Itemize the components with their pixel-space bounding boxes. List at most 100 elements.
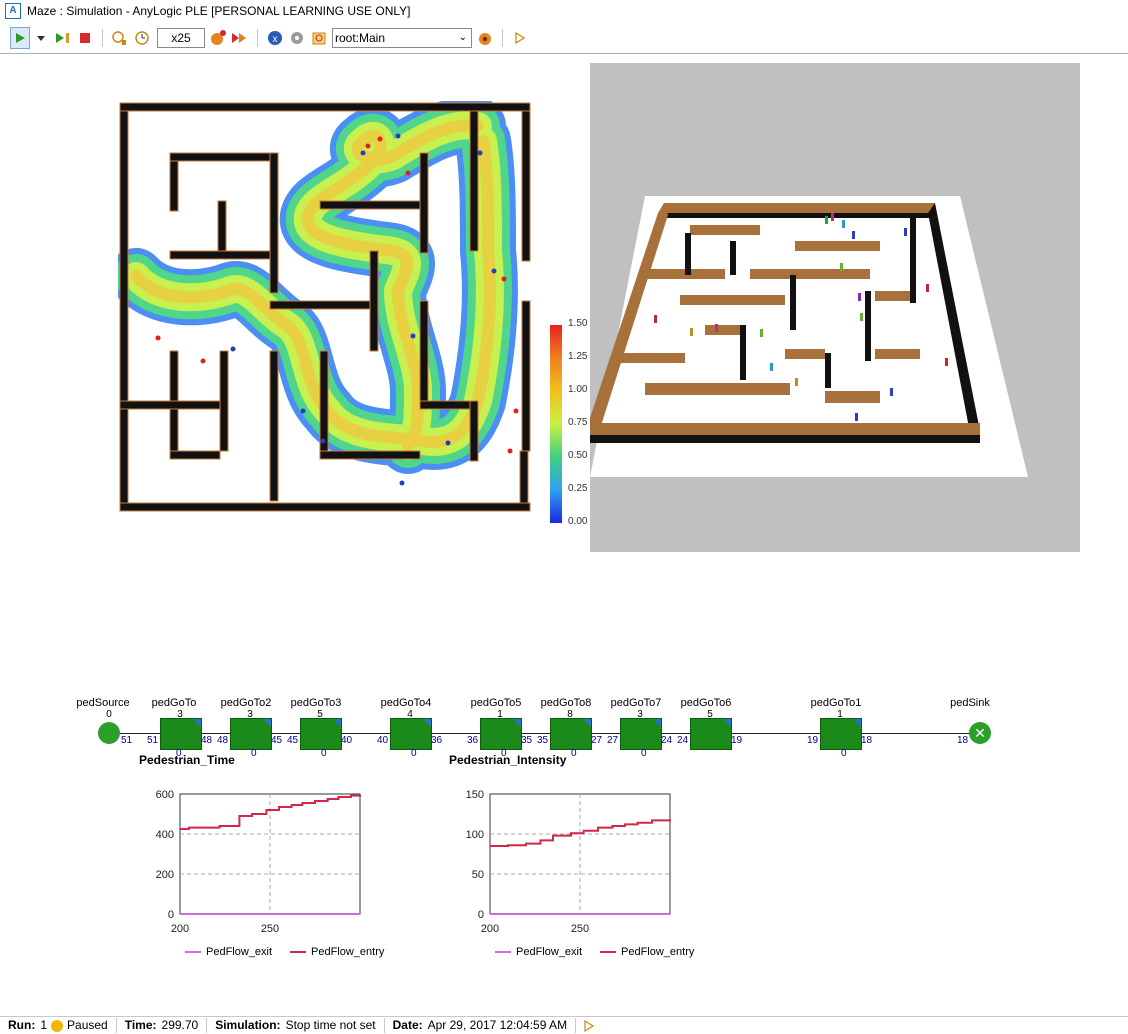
port-count: 36 (431, 735, 443, 746)
block-label: pedGoTo3 (290, 697, 342, 709)
port-count: 35 (521, 735, 533, 746)
status-bar: Run: 1 Paused Time: 299.70 Simulation: S… (0, 1016, 1128, 1034)
next-icon[interactable] (511, 28, 529, 48)
block-label: pedGoTo2 (220, 697, 272, 709)
port-count: 19 (731, 735, 743, 746)
block-label: pedGoTo1 (810, 697, 862, 709)
port-count: 51 (147, 735, 159, 746)
legend-item-exit: PedFlow_exit (495, 946, 582, 958)
status-run-label: Run: (8, 1018, 36, 1032)
maze-2d-view[interactable] (118, 101, 532, 515)
status-time: Time: 299.70 (117, 1018, 208, 1033)
virtual-time-icon[interactable] (133, 28, 151, 48)
x-tick-label: 250 (571, 923, 589, 934)
port-count: 35 (537, 735, 549, 746)
ped-goto-block[interactable] (690, 718, 732, 750)
status-date-value: Apr 29, 2017 12:04:59 AM (427, 1018, 568, 1032)
block-label: pedGoTo4 (380, 697, 432, 709)
toolbar-separator (502, 29, 503, 47)
heatmap-legend: 1.50 1.25 1.00 0.75 0.50 0.25 0.00 (550, 318, 595, 527)
port-count: 27 (591, 735, 603, 746)
speed-up-icon[interactable] (231, 28, 249, 48)
y-tick-label: 0 (478, 909, 484, 921)
port-count: 36 (467, 735, 479, 746)
block-bottom-count: 0 (321, 748, 327, 759)
speed-down-icon[interactable] (209, 28, 227, 48)
block-label: pedGoTo5 (470, 697, 522, 709)
legend-item-entry: PedFlow_entry (600, 946, 694, 958)
navigate-icon[interactable] (310, 28, 328, 48)
legend-label: 0.25 (568, 483, 588, 494)
block-bottom-count: 0 (571, 748, 577, 759)
legend-label: 0.50 (568, 450, 588, 461)
legend-label: PedFlow_exit (516, 946, 583, 958)
ped-goto-block[interactable] (550, 718, 592, 750)
real-time-icon[interactable] (111, 28, 129, 48)
status-date: Date: Apr 29, 2017 12:04:59 AM (385, 1018, 577, 1033)
ped-source-block[interactable] (98, 722, 120, 744)
port-count: 24 (677, 735, 689, 746)
status-run: Run: 1 Paused (0, 1018, 117, 1033)
status-next-icon[interactable] (576, 1018, 602, 1033)
legend-item-exit: PedFlow_exit (185, 946, 272, 958)
ped-goto-block[interactable] (480, 718, 522, 750)
legend-swatch (185, 951, 201, 953)
chart-title: Pedestrian_Time (139, 753, 235, 767)
ped-goto-block[interactable] (390, 718, 432, 750)
status-sim-value: Stop time not set (285, 1018, 376, 1032)
status-date-label: Date: (392, 1018, 423, 1032)
settings-icon[interactable] (288, 28, 306, 48)
stop-icon[interactable] (76, 28, 94, 48)
toolbar-separator (257, 29, 258, 47)
legend-swatch (290, 951, 306, 953)
port-count: 18 (861, 735, 873, 746)
port-count: 45 (287, 735, 299, 746)
ped-goto-block[interactable] (300, 718, 342, 750)
legend-label: PedFlow_entry (621, 946, 695, 958)
port-count: 27 (607, 735, 619, 746)
simulation-canvas[interactable]: 1.50 1.25 1.00 0.75 0.50 0.25 0.00 pedSo… (0, 54, 1128, 1016)
status-state: Paused (67, 1018, 108, 1032)
ped-goto-block[interactable] (820, 718, 862, 750)
port-count: 45 (271, 735, 283, 746)
block-bottom-count: 0 (251, 748, 257, 759)
clear-icon[interactable]: x (266, 28, 284, 48)
speed-field[interactable]: x25 (157, 28, 205, 48)
ped-goto-block[interactable] (160, 718, 202, 750)
ped-goto-block[interactable] (230, 718, 272, 750)
status-sim-label: Simulation: (215, 1018, 281, 1032)
block-bottom-count: 0 (841, 748, 847, 759)
legend-item-entry: PedFlow_entry (290, 946, 384, 958)
step-icon[interactable] (54, 28, 72, 48)
chevron-down-icon: ⌄ (458, 32, 467, 43)
legend-label: 1.50 (568, 318, 588, 329)
ped-goto-block[interactable] (620, 718, 662, 750)
legend-label: PedFlow_exit (206, 946, 273, 958)
camera-icon[interactable] (476, 28, 494, 48)
title-bar: A Maze : Simulation - AnyLogic PLE [PERS… (0, 0, 1128, 22)
status-run-value: 1 (40, 1018, 48, 1032)
heatmap-legend-bar (550, 325, 562, 523)
status-simulation: Simulation: Stop time not set (207, 1018, 385, 1033)
root-select[interactable]: root:Main ⌄ (332, 28, 472, 48)
block-bottom-count: 0 (411, 748, 417, 759)
status-time-label: Time: (124, 1018, 157, 1032)
y-tick-label: 50 (472, 869, 484, 881)
legend-swatch (600, 951, 616, 953)
y-tick-label: 400 (156, 829, 174, 841)
port-count: 48 (201, 735, 213, 746)
ped-sink-block[interactable]: ✕ (969, 722, 991, 744)
run-icon[interactable] (10, 27, 30, 49)
window-title: Maze : Simulation - AnyLogic PLE [PERSON… (27, 4, 411, 18)
root-select-value: root:Main (335, 31, 386, 45)
port-count: 18 (957, 735, 969, 746)
block-label: pedSource (76, 697, 130, 709)
legend-label: 0.00 (568, 516, 588, 527)
x-tick-label: 200 (481, 923, 499, 934)
block-count: 0 (106, 709, 112, 720)
legend-swatch (495, 951, 511, 953)
anylogic-icon: A (5, 3, 21, 19)
maze-3d-view[interactable] (590, 63, 1080, 552)
dropdown-icon[interactable] (32, 28, 50, 48)
svg-text:x: x (273, 34, 278, 45)
